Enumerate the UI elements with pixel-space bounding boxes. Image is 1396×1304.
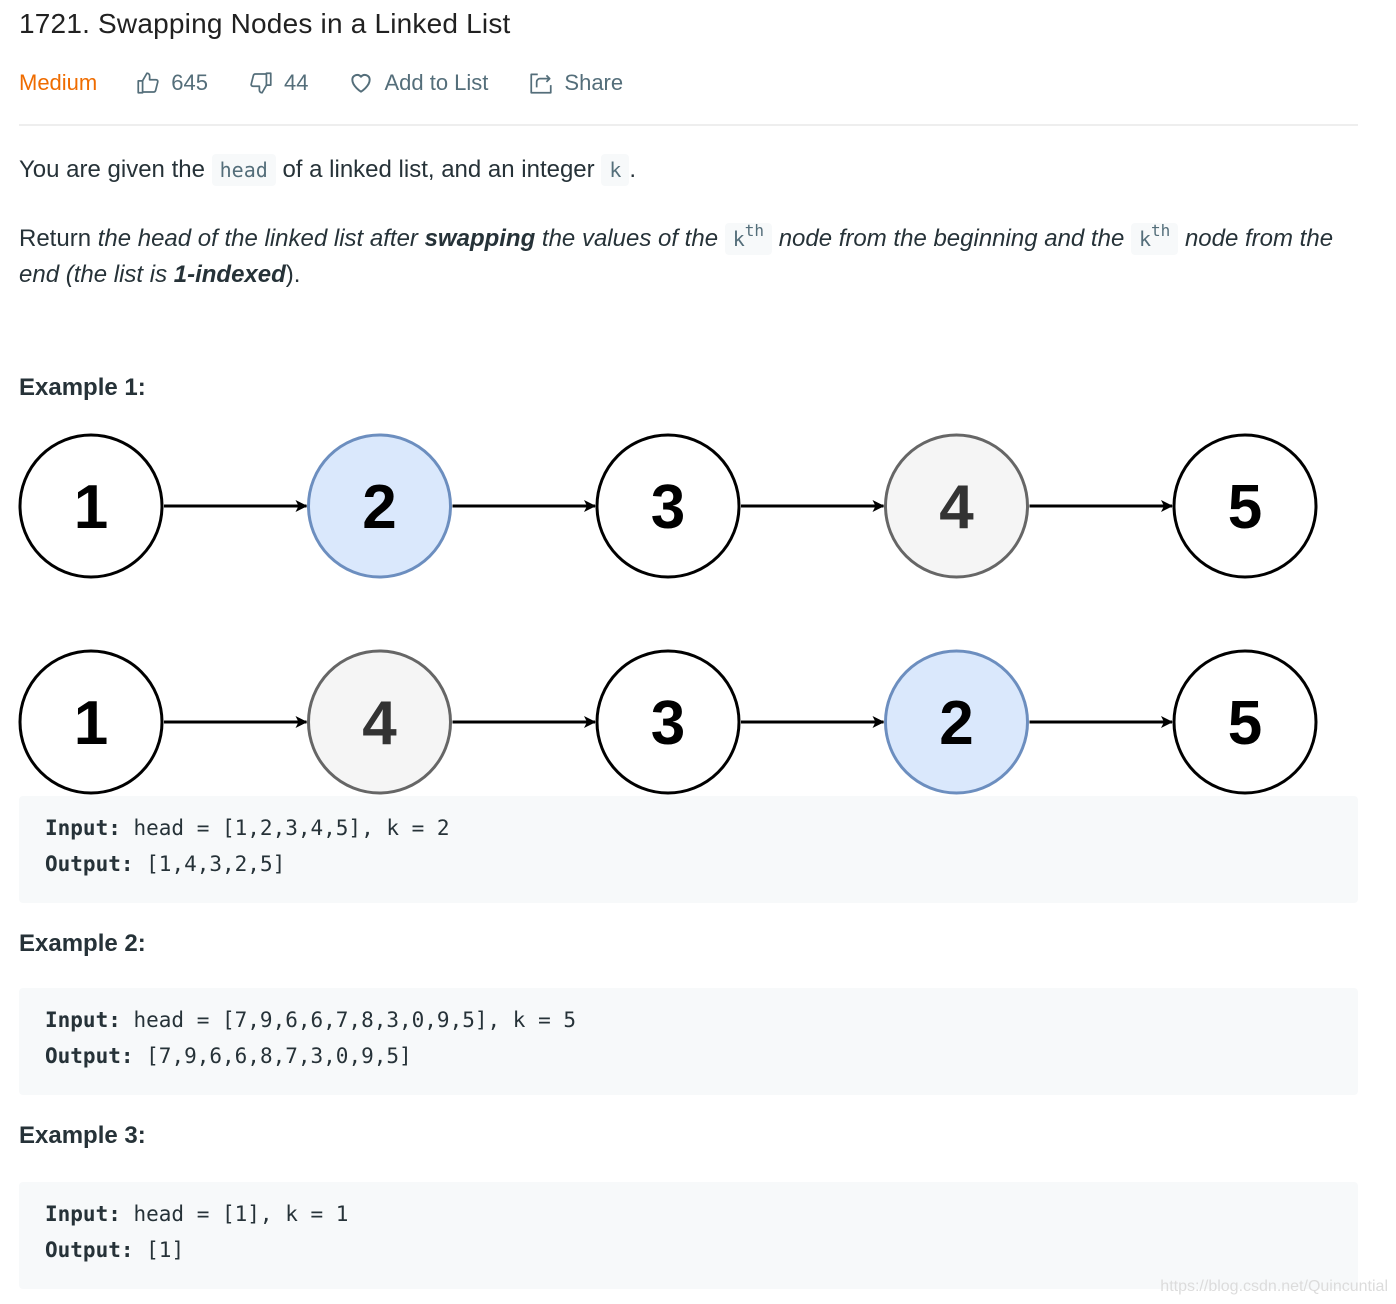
list-node-value: 3 xyxy=(651,689,685,758)
text: You are given the xyxy=(19,156,212,183)
output-label: Output: xyxy=(45,1238,134,1262)
input-value: head = [1], k = 1 xyxy=(120,1202,349,1226)
example-2-output-line: Output: [7,9,6,6,8,7,3,0,9,5] xyxy=(45,1044,412,1068)
text: . xyxy=(629,156,637,183)
list-node-value: 5 xyxy=(1228,473,1262,542)
output-value: [1,4,3,2,5] xyxy=(133,852,286,876)
example-1-heading: Example 1: xyxy=(19,374,146,401)
inline-code-kth: kth xyxy=(724,221,773,255)
inline-code-k: k xyxy=(601,154,630,186)
input-label: Input: xyxy=(45,816,121,840)
list-node-value: 4 xyxy=(939,473,974,542)
description-paragraph-2: Return the head of the linked list after… xyxy=(19,213,1359,293)
input-value: head = [1,2,3,4,5], k = 2 xyxy=(120,816,450,840)
example-1-input-line: Input: head = [1,2,3,4,5], k = 2 xyxy=(45,816,450,840)
add-to-list-label: Add to List xyxy=(384,70,489,95)
output-value: [1] xyxy=(133,1238,185,1262)
problem-meta-bar: Medium 645 44 Add to List Share xyxy=(19,64,663,102)
output-value: [7,9,6,6,8,7,3,0,9,5] xyxy=(133,1044,412,1068)
text: ). xyxy=(285,261,301,288)
list-node-value: 4 xyxy=(362,689,397,758)
code-k: k xyxy=(732,227,745,251)
list-node-value: 3 xyxy=(651,473,685,542)
difficulty-badge: Medium xyxy=(19,70,98,95)
example-3-output-line: Output: [1] xyxy=(45,1238,184,1262)
thumbs-down-icon xyxy=(250,72,272,94)
text: of a linked list, and an integer xyxy=(275,156,602,183)
add-to-list-button[interactable]: Add to List xyxy=(348,70,488,96)
example-1-code-block: Input: head = [1,2,3,4,5], k = 2 Output:… xyxy=(19,796,1358,903)
example-3-code-block: Input: head = [1], k = 1 Output: [1] xyxy=(19,1182,1358,1289)
list-node-value: 1 xyxy=(74,689,108,758)
inline-code-kth: kth xyxy=(1130,221,1179,255)
share-button[interactable]: Share xyxy=(528,70,623,96)
example-2-heading: Example 2: xyxy=(19,930,146,957)
list-node-value: 2 xyxy=(939,689,973,758)
description-paragraph-1: You are given the head of a linked list,… xyxy=(19,152,636,188)
heart-icon xyxy=(351,73,372,93)
example-3-heading: Example 3: xyxy=(19,1122,146,1149)
strong-text: swapping xyxy=(424,225,536,252)
output-label: Output: xyxy=(45,852,134,876)
superscript-th: th xyxy=(744,221,765,240)
code-k: k xyxy=(1138,227,1152,251)
linked-list-diagram-after: 1 4 3 2 5 xyxy=(18,649,1318,795)
strong-text: 1-indexed xyxy=(173,261,286,288)
list-node-value: 5 xyxy=(1228,689,1262,758)
input-value: head = [7,9,6,6,7,8,3,0,9,5], k = 5 xyxy=(120,1008,577,1032)
list-node-value: 2 xyxy=(362,473,396,542)
dislike-count: 44 xyxy=(283,70,309,95)
emphasis-text: node from the beginning and the xyxy=(772,225,1131,252)
header-divider xyxy=(19,124,1358,126)
like-button[interactable]: 645 xyxy=(135,70,208,96)
dislike-button[interactable]: 44 xyxy=(248,70,308,96)
text: Return xyxy=(19,225,98,252)
output-label: Output: xyxy=(45,1044,134,1068)
inline-code-head: head xyxy=(211,154,276,186)
emphasis-text: the head of the linked list after xyxy=(97,225,425,252)
list-node-value: 1 xyxy=(74,473,108,542)
example-3-input-line: Input: head = [1], k = 1 xyxy=(45,1202,348,1226)
input-label: Input: xyxy=(45,1008,121,1032)
like-count: 645 xyxy=(171,70,208,95)
share-icon xyxy=(530,73,553,94)
linked-list-diagram-before: 1 2 3 4 5 xyxy=(18,433,1318,579)
example-2-input-line: Input: head = [7,9,6,6,7,8,3,0,9,5], k =… xyxy=(45,1008,576,1032)
watermark: https://blog.csdn.net/Quincuntial xyxy=(1160,1278,1388,1295)
problem-title: 1721. Swapping Nodes in a Linked List xyxy=(19,8,511,39)
share-label: Share xyxy=(564,70,624,95)
input-label: Input: xyxy=(45,1202,121,1226)
example-1-output-line: Output: [1,4,3,2,5] xyxy=(45,852,285,876)
example-2-code-block: Input: head = [7,9,6,6,7,8,3,0,9,5], k =… xyxy=(19,988,1358,1095)
superscript-th: th xyxy=(1151,221,1171,240)
thumbs-up-icon xyxy=(137,72,159,94)
emphasis-text: the values of the xyxy=(535,225,725,252)
